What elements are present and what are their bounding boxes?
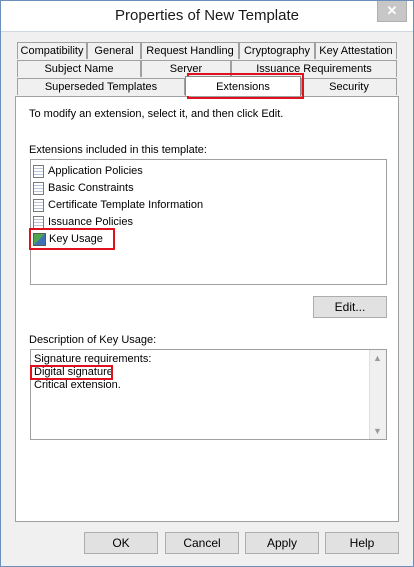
tab-key-attestation[interactable]: Key Attestation [315,42,397,59]
list-item[interactable]: Basic Constraints [33,180,134,196]
list-item[interactable]: Certificate Template Information [33,197,203,213]
list-item-label: Issuance Policies [48,216,133,228]
apply-button[interactable]: Apply [245,532,319,554]
description-label: Description of Key Usage: [29,334,157,346]
properties-dialog: Properties of New Template ✕ Compatibili… [0,0,414,567]
list-item-key-usage[interactable]: Key Usage [33,231,103,247]
tab-server[interactable]: Server [141,60,231,77]
tab-request-handling[interactable]: Request Handling [141,42,239,59]
document-icon [33,181,44,195]
tab-compatibility[interactable]: Compatibility [17,42,87,59]
key-usage-icon [33,232,46,246]
description-line: Critical extension. [34,379,121,391]
list-item-label: Application Policies [48,165,143,177]
close-button[interactable]: ✕ [377,1,407,22]
edit-button[interactable]: Edit... [313,296,387,318]
description-textbox[interactable]: Signature requirements: Digital signatur… [30,349,387,440]
list-item-label: Basic Constraints [48,182,134,194]
tab-issuance-requirements[interactable]: Issuance Requirements [231,60,397,77]
ok-button[interactable]: OK [84,532,158,554]
cancel-button[interactable]: Cancel [165,532,239,554]
description-line: Digital signature [34,366,113,378]
tab-extensions[interactable]: Extensions [185,76,301,96]
window-title: Properties of New Template [115,7,299,24]
tab-general[interactable]: General [87,42,141,59]
extensions-list-label: Extensions included in this template: [29,144,207,156]
description-line: Signature requirements: [34,353,152,365]
help-button[interactable]: Help [325,532,399,554]
scroll-up-icon[interactable]: ▲ [373,353,382,363]
document-icon [33,215,44,229]
tab-superseded-templates[interactable]: Superseded Templates [17,78,185,95]
description-scrollbar[interactable]: ▲ ▼ [369,350,386,439]
document-icon [33,198,44,212]
extensions-list[interactable]: Application Policies Basic Constraints C… [30,159,387,285]
tab-security[interactable]: Security [301,78,397,95]
document-icon [33,164,44,178]
tab-cryptography[interactable]: Cryptography [239,42,315,59]
title-bar: Properties of New Template ✕ [1,1,413,32]
list-item[interactable]: Issuance Policies [33,214,133,230]
list-item-label: Certificate Template Information [48,199,204,211]
tab-subject-name[interactable]: Subject Name [17,60,141,77]
scroll-down-icon[interactable]: ▼ [373,426,382,436]
instruction-text: To modify an extension, select it, and t… [29,108,284,120]
close-icon: ✕ [386,3,398,18]
list-item[interactable]: Application Policies [33,163,143,179]
list-item-label: Key Usage [49,233,103,245]
